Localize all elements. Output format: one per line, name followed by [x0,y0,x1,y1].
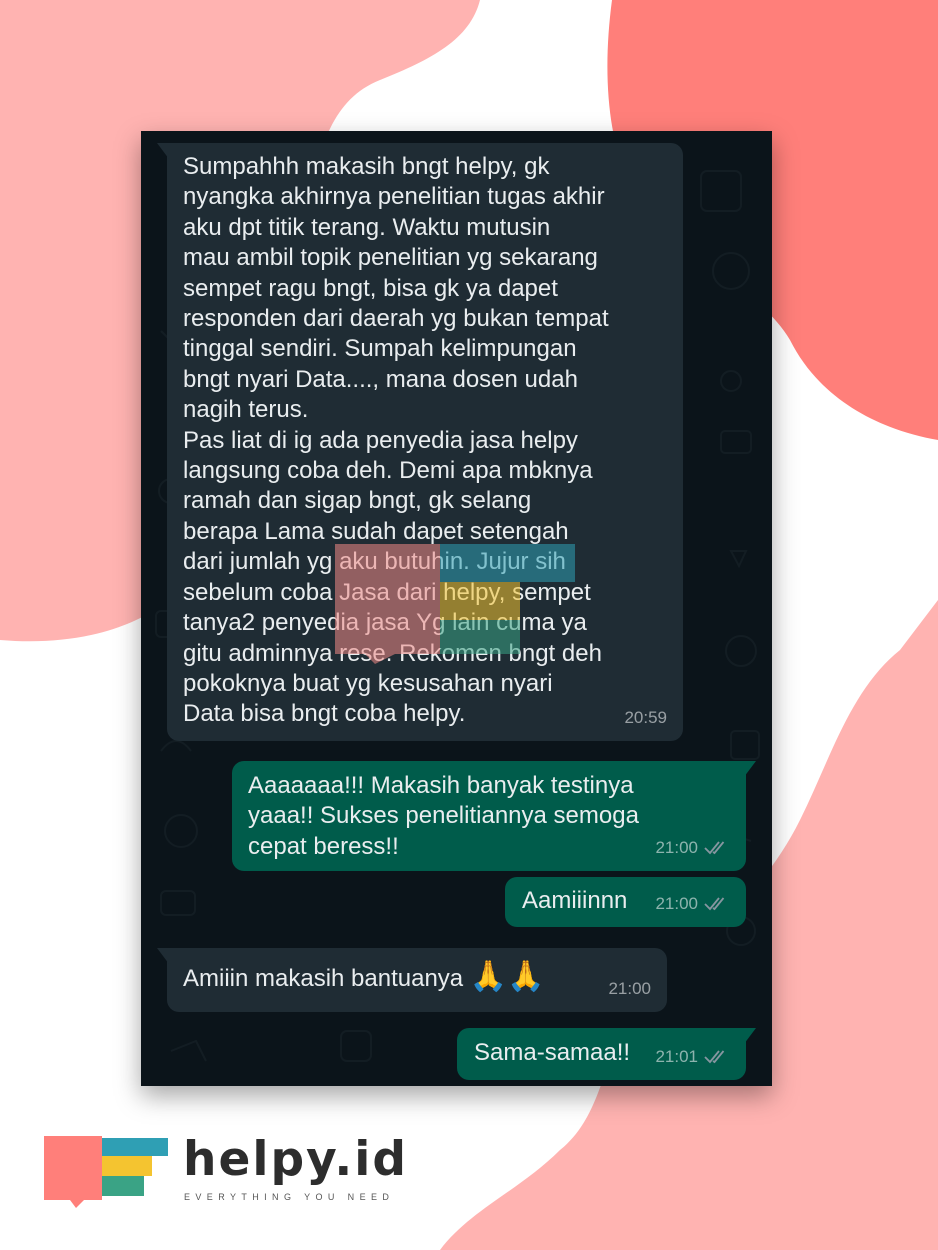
double-check-icon [704,1050,725,1064]
message-bubble-outgoing[interactable]: Sama-samaa!! 21:01 [457,1028,756,1080]
message-meta: 21:00 [655,889,730,919]
message-bubble-outgoing[interactable]: Aamiiinnn 21:00 [505,877,746,927]
message-meta: 21:01 [655,1042,730,1072]
double-check-icon [704,897,725,911]
message-meta: 21:00 [608,974,651,1004]
bubble-tail-icon [744,1028,756,1044]
brand-name: helpy.id [183,1132,409,1187]
bubble-tail-icon [744,761,756,777]
helpy-watermark-logo [335,544,575,664]
bubble-tail-icon [157,143,169,159]
message-time: 21:00 [608,978,651,998]
double-check-icon [704,841,725,855]
message-time: 21:00 [655,893,698,913]
message-meta: 21:00 [655,833,730,863]
brand-tagline: EVERYTHING YOU NEED [184,1192,395,1202]
bubble-tail-icon [157,948,169,964]
message-bubble-outgoing[interactable]: Aaaaaaa!!! Makasih banyak testinya yaaa!… [232,761,756,871]
message-time: 21:01 [655,1046,698,1066]
message-time: 20:59 [624,707,667,727]
message-meta: 20:59 [624,703,667,733]
folded-hands-emoji-icon: 🙏🙏 [469,960,545,993]
message-time: 21:00 [655,837,698,857]
message-text: Amiiin makasih bantuanya [183,965,464,992]
helpy-logo-icon [44,1136,168,1208]
message-bubble-incoming[interactable]: Amiiin makasih bantuanya 🙏🙏 21:00 [157,948,667,1012]
